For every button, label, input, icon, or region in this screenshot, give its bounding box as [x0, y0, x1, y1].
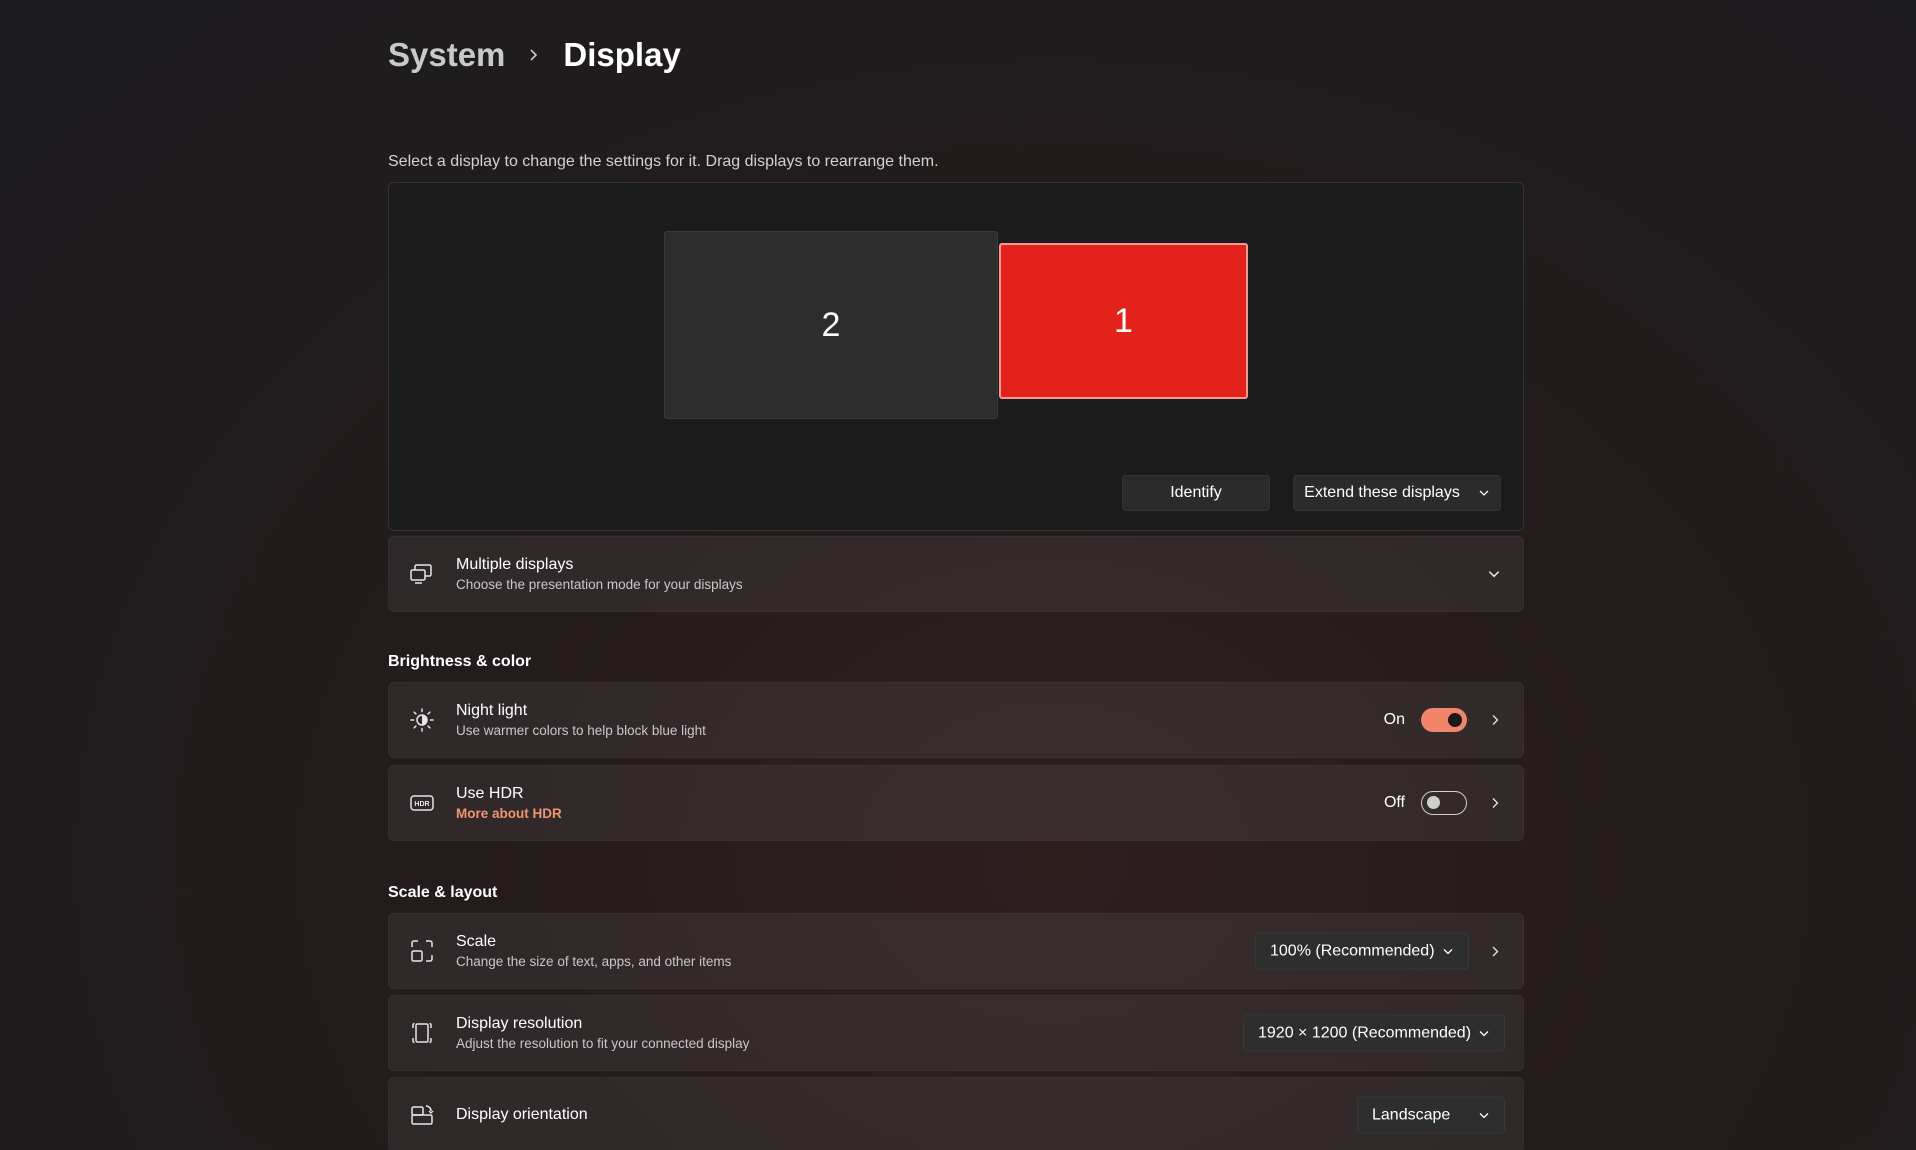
- hdr-icon: HDR: [410, 795, 434, 811]
- night-light-icon: [410, 708, 434, 732]
- night-light-subtitle: Use warmer colors to help block blue lig…: [456, 723, 706, 738]
- scale-dropdown[interactable]: 100% (Recommended): [1255, 932, 1469, 970]
- hdr-state: Off: [1383, 794, 1405, 811]
- orientation-dropdown[interactable]: Landscape: [1357, 1096, 1505, 1134]
- multiple-displays-title: Multiple displays: [456, 556, 574, 573]
- night-light-title: Night light: [456, 702, 528, 719]
- chevron-down-icon: [1479, 490, 1489, 496]
- scale-icon: [411, 940, 433, 962]
- scale-card[interactable]: Scale Change the size of text, apps, and…: [388, 913, 1524, 989]
- scale-subtitle: Change the size of text, apps, and other…: [456, 954, 732, 969]
- multiple-displays-subtitle: Choose the presentation mode for your di…: [456, 577, 743, 592]
- resolution-subtitle: Adjust the resolution to fit your connec…: [456, 1036, 750, 1051]
- hdr-title: Use HDR: [456, 785, 524, 802]
- more-about-hdr-link[interactable]: More about HDR: [456, 806, 562, 821]
- breadcrumb: System Display: [388, 36, 681, 74]
- display-resolution-card: Display resolution Adjust the resolution…: [388, 995, 1524, 1071]
- chevron-down-icon: [1479, 1030, 1489, 1036]
- chevron-down-icon: [1479, 1112, 1489, 1118]
- identify-button[interactable]: Identify: [1122, 475, 1270, 511]
- chevron-right-icon[interactable]: [1489, 945, 1501, 957]
- orientation-title: Display orientation: [456, 1106, 588, 1123]
- monitor-2[interactable]: 2: [664, 231, 998, 419]
- chevron-down-icon: [1443, 948, 1453, 954]
- display-arrangement-panel: 2 1 Identify Extend these displays: [388, 182, 1524, 531]
- hdr-card[interactable]: HDR Use HDR More about HDR Off: [388, 765, 1524, 841]
- arrangement-hint: Select a display to change the settings …: [388, 153, 939, 170]
- hdr-toggle[interactable]: [1421, 791, 1467, 815]
- display-mode-dropdown[interactable]: Extend these displays: [1293, 475, 1501, 511]
- chevron-right-icon[interactable]: [1489, 714, 1501, 726]
- orientation-value: Landscape: [1372, 1106, 1451, 1123]
- display-settings-page: System Display Select a display to chang…: [0, 0, 1916, 1150]
- multiple-displays-card[interactable]: Multiple displays Choose the presentatio…: [388, 536, 1524, 612]
- chevron-right-icon[interactable]: [1489, 797, 1501, 809]
- night-light-card[interactable]: Night light Use warmer colors to help bl…: [388, 682, 1524, 758]
- display-orientation-card: Display orientation Landscape: [388, 1077, 1524, 1150]
- section-brightness-color: Brightness & color: [388, 653, 532, 670]
- night-light-toggle[interactable]: [1421, 708, 1467, 732]
- multiple-displays-icon: [410, 564, 432, 584]
- scale-title: Scale: [456, 933, 497, 950]
- orientation-icon: [411, 1105, 434, 1125]
- resolution-value: 1920 × 1200 (Recommended): [1258, 1024, 1472, 1041]
- resolution-icon: [412, 1022, 432, 1044]
- scale-value: 100% (Recommended): [1270, 942, 1435, 959]
- resolution-title: Display resolution: [456, 1015, 583, 1032]
- svg-text:HDR: HDR: [414, 801, 429, 808]
- monitor-1[interactable]: 1: [999, 243, 1248, 399]
- breadcrumb-system[interactable]: System: [388, 36, 505, 74]
- identify-label: Identify: [1170, 484, 1222, 501]
- resolution-dropdown[interactable]: 1920 × 1200 (Recommended): [1243, 1014, 1505, 1052]
- night-light-state: On: [1383, 711, 1405, 728]
- display-mode-label: Extend these displays: [1304, 484, 1460, 501]
- chevron-down-icon[interactable]: [1487, 567, 1501, 581]
- section-scale-layout: Scale & layout: [388, 884, 498, 901]
- page-title: Display: [563, 36, 681, 73]
- chevron-right-icon: [530, 49, 538, 61]
